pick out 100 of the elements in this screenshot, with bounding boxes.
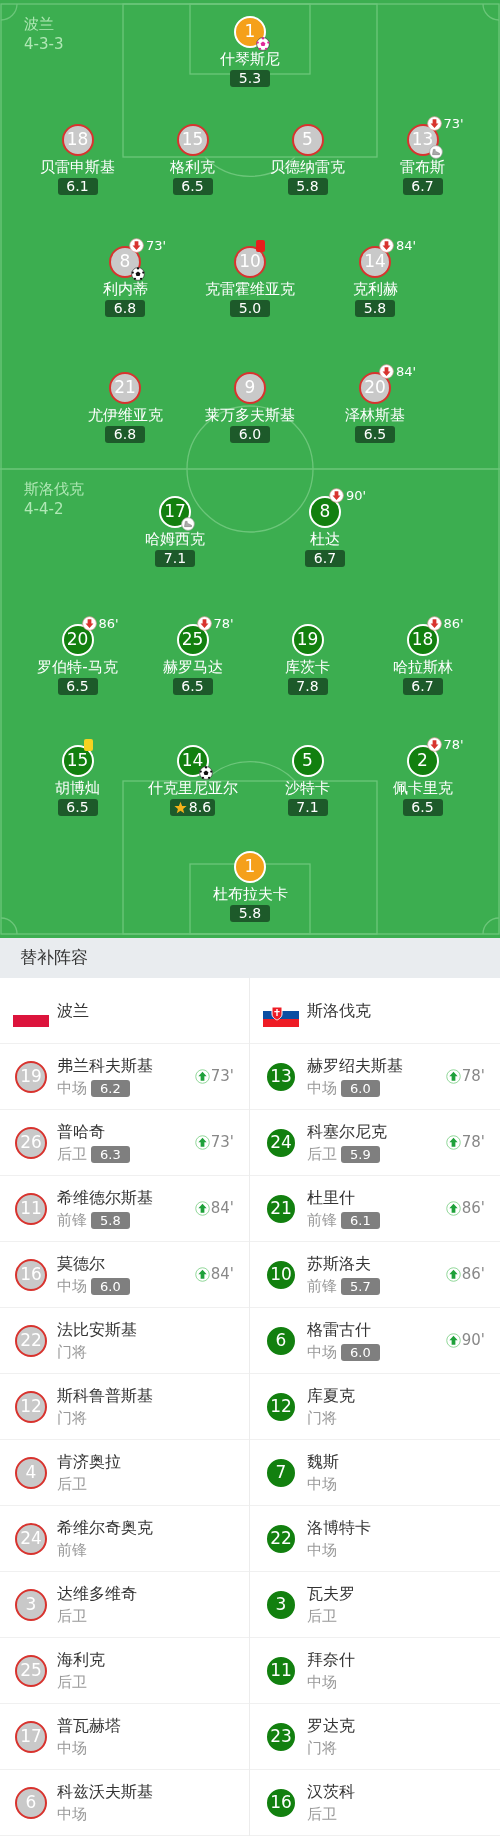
player-rating: 6.7 <box>402 178 443 195</box>
formation: 4-4-2 <box>24 499 65 519</box>
player-name: 胡博灿 <box>55 778 100 799</box>
substitution-minute: 86' <box>461 1198 485 1220</box>
player-name: 希维尔奇奥克 <box>57 1517 154 1539</box>
player-name: 利内蒂 <box>102 279 148 300</box>
substitution-minute: 73' <box>443 117 464 130</box>
player-number[interactable]: 20 <box>61 624 94 656</box>
player-position: 中场 <box>307 1474 337 1494</box>
player-rating: 6.5 <box>57 799 98 816</box>
player-number: 24 <box>265 1126 297 1159</box>
player-position: 门将 <box>57 1408 87 1428</box>
player-name: 沙特卡 <box>285 778 330 799</box>
section-title: 替补阵容 <box>20 946 88 970</box>
player-name: 哈拉斯林 <box>392 657 453 678</box>
player-name: 达维多维奇 <box>57 1583 138 1605</box>
substitute-row[interactable]: 6 格雷古什 中场 6.0 90' <box>250 1308 500 1374</box>
player-rating: 6.8 <box>105 300 145 317</box>
substitution-in-icon <box>194 1135 210 1150</box>
player-name: 瓦夫罗 <box>307 1583 356 1605</box>
player-rating: 6.7 <box>305 550 345 567</box>
substitution-out-icon <box>129 238 144 253</box>
player-name: 普瓦赫塔 <box>57 1715 122 1737</box>
substitution-minute: 90' <box>461 1330 485 1352</box>
star-icon <box>173 801 187 814</box>
player-name: 克雷霍维亚克 <box>205 279 295 300</box>
player-rating: 6.0 <box>230 426 270 443</box>
substitution-out-icon <box>81 616 97 631</box>
player-rating: 6.0 <box>91 1277 130 1295</box>
player-number[interactable]: 18 <box>406 624 439 656</box>
player-name: 哈姆西克 <box>145 529 205 550</box>
player-rating: 5.0 <box>230 300 270 317</box>
player-position: 中场 <box>307 1540 337 1560</box>
player-name: 杜达 <box>310 529 340 550</box>
player-position: 门将 <box>57 1342 87 1362</box>
player-number[interactable]: 8 <box>309 496 341 528</box>
player-position: 后卫 <box>57 1474 87 1494</box>
player-number: 3 <box>265 1588 297 1621</box>
team-name: 波兰 <box>24 14 55 34</box>
player-name: 什琴斯尼 <box>220 49 280 70</box>
player-position: 中场 <box>57 1738 87 1758</box>
player-name: 尤伊维亚克 <box>87 405 163 426</box>
substitution-in-icon <box>445 1135 461 1150</box>
player-name: 法比安斯基 <box>57 1319 138 1341</box>
player-rating: 5.8 <box>287 178 328 195</box>
player-rating: 7.1 <box>287 799 328 816</box>
team-name: 波兰 <box>57 999 89 1022</box>
substitution-in-icon <box>194 1201 210 1216</box>
player-rating: 6.7 <box>402 678 443 695</box>
substitution-minute: 84' <box>396 365 417 378</box>
player-rating: 5.8 <box>91 1211 130 1229</box>
player-name: 雷布斯 <box>400 157 445 178</box>
substitution-minute: 86' <box>98 617 119 630</box>
player-name: 库茨卡 <box>285 657 330 678</box>
player-name: 莫德尔 <box>57 1253 106 1275</box>
player-name: 克利赫 <box>352 279 398 300</box>
substitution-minute: 78' <box>443 738 464 751</box>
player-number[interactable]: 5 <box>291 745 324 777</box>
player-rating: 5.9 <box>341 1145 380 1163</box>
player-number[interactable]: 2 <box>406 745 439 777</box>
player-position: 中场 <box>57 1804 87 1824</box>
player-position: 后卫 <box>307 1606 337 1626</box>
football-icon <box>131 267 145 281</box>
player-name: 拜奈什 <box>307 1649 356 1671</box>
substitution-minute: 73' <box>210 1132 234 1154</box>
player-rating: 6.5 <box>57 678 98 695</box>
substitute-row[interactable]: 3 瓦夫罗 后卫 <box>250 1572 500 1638</box>
player-number: 13 <box>265 1060 297 1093</box>
substitution-out-icon <box>426 737 442 752</box>
player-name: 佩卡里克 <box>392 778 453 799</box>
substitution-in-icon <box>445 1267 461 1282</box>
player-number[interactable]: 14 <box>176 745 209 777</box>
player-number[interactable]: 15 <box>61 745 94 777</box>
substitution-minute: 78' <box>213 617 234 630</box>
player-name: 莱万多夫斯基 <box>205 405 295 426</box>
player-position: 中场 <box>57 1078 87 1098</box>
player-number[interactable]: 25 <box>176 624 209 656</box>
player-name: 杜布拉夫卡 <box>212 884 288 905</box>
player-number: 16 <box>265 1786 297 1819</box>
card-icon <box>83 739 93 751</box>
player-name: 罗达克 <box>307 1715 356 1737</box>
player-number[interactable]: 19 <box>291 624 324 656</box>
player-name: 汉茨科 <box>307 1781 356 1803</box>
player-rating: 6.8 <box>105 426 145 443</box>
player-position: 后卫 <box>57 1672 87 1692</box>
player-name: 海利克 <box>57 1649 106 1671</box>
player-rating: 6.5 <box>172 678 213 695</box>
player-name: 魏斯 <box>307 1451 340 1473</box>
player-name: 肯济奥拉 <box>57 1451 122 1473</box>
player-rating: 6.5 <box>355 426 395 443</box>
player-number: 23 <box>265 1720 297 1753</box>
substitution-in-icon <box>445 1201 461 1216</box>
player-name: 贝德纳雷克 <box>270 157 345 178</box>
player-position: 门将 <box>307 1408 337 1428</box>
player-number[interactable]: 17 <box>159 496 191 528</box>
player-name: 科塞尔尼克 <box>307 1121 388 1143</box>
substitution-in-icon <box>194 1267 210 1282</box>
substitution-out-icon <box>379 364 394 379</box>
player-name: 格利克 <box>170 157 215 178</box>
substitute-row[interactable]: 7 魏斯 中场 <box>250 1440 500 1506</box>
